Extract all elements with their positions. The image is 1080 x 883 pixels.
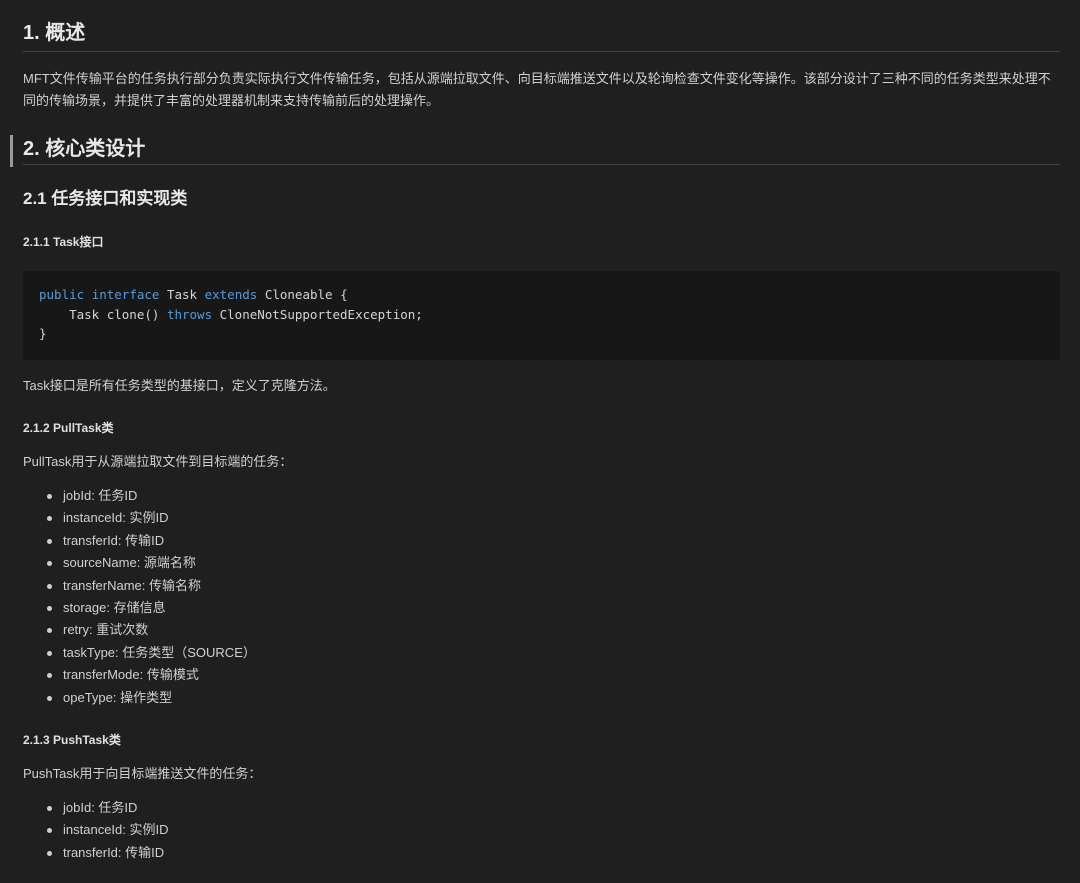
code-block-task-interface[interactable]: public interface Task extends Cloneable … — [23, 271, 1060, 360]
bullet-icon — [47, 695, 52, 701]
pull-task-description: PullTask用于从源端拉取文件到目标端的任务： — [23, 454, 293, 469]
list-item: taskType: 任务类型（SOURCE） — [47, 642, 1060, 664]
code-keyword: throws — [166, 306, 213, 322]
bullet-icon — [47, 538, 52, 544]
heading-task-interfaces: 2.1 任务接口和实现类 — [23, 189, 188, 208]
bullet-icon — [47, 828, 52, 834]
list-item: transferId: 传输ID — [47, 530, 1060, 552]
code-text: } — [39, 326, 47, 341]
list-item: instanceId: 实例ID — [47, 507, 1060, 529]
code-identifier: Task — [166, 287, 198, 302]
bullet-icon — [47, 494, 52, 499]
code-keyword: extends — [204, 287, 258, 302]
list-item: jobId: 任务ID — [47, 485, 1060, 507]
list-item-text: transferId: 传输ID — [63, 844, 165, 860]
code-text: Task clone() — [39, 306, 167, 322]
list-item: instanceId: 实例ID — [47, 819, 1060, 841]
bullet-icon — [47, 850, 52, 856]
code-keyword: interface — [91, 287, 160, 302]
list-item-text: jobId: 任务ID — [63, 488, 138, 503]
bullet-icon — [47, 806, 52, 812]
push-task-description: PushTask用于向目标端推送文件的任务： — [23, 766, 262, 782]
list-item: transferId: 传输ID — [47, 842, 1060, 864]
heading-overview: 1. 概述 — [23, 20, 1060, 52]
pull-task-field-list: jobId: 任务ID instanceId: 实例ID transferId: 传… — [23, 485, 1060, 709]
list-item: jobId: 任务ID — [47, 797, 1060, 819]
list-item-text: transferMode: 传输模式 — [63, 667, 199, 683]
bullet-icon — [47, 673, 52, 679]
heading-pull-task: 2.1.2 PullTask类 — [23, 421, 114, 435]
bullet-icon — [47, 516, 52, 522]
bullet-icon — [47, 650, 52, 656]
bullet-icon — [47, 628, 52, 634]
list-item-text: storage: 存储信息 — [63, 600, 166, 616]
task-interface-description: Task接口是所有任务类型的基接口，定义了克隆方法。 — [23, 378, 336, 393]
heading-push-task: 2.1.3 PushTask类 — [23, 733, 121, 748]
list-item: transferName: 传输名称 — [47, 575, 1060, 597]
heading-task-interface: 2.1.1 Task接口 — [23, 235, 104, 249]
bullet-icon — [47, 561, 52, 567]
bullet-icon — [47, 606, 52, 612]
bullet-icon — [47, 583, 52, 589]
list-item: retry: 重试次数 — [47, 619, 1060, 641]
list-item-text: transferId: 传输ID — [63, 532, 165, 548]
focus-indicator-bar — [10, 135, 13, 167]
code-keyword: public — [39, 287, 85, 302]
list-item-text: sourceName: 源端名称 — [63, 555, 196, 571]
list-item-text: jobId: 任务ID — [63, 800, 138, 816]
document-body: 1. 概述 MFT文件传输平台的任务执行部分负责实际执行文件传输任务，包括从源端… — [10, 0, 1060, 864]
push-task-field-list: jobId: 任务ID instanceId: 实例ID transferId: 传… — [23, 797, 1060, 864]
markdown-preview: 1. 概述 MFT文件传输平台的任务执行部分负责实际执行文件传输任务，包括从源端… — [0, 0, 1080, 883]
list-item-text: instanceId: 实例ID — [63, 822, 169, 838]
heading-core-class-design: 2. 核心类设计 — [10, 135, 1060, 167]
code-text: CloneNotSupportedException; — [212, 306, 423, 322]
list-item: transferMode: 传输模式 — [47, 664, 1060, 686]
list-item-text: instanceId: 实例ID — [63, 510, 169, 526]
list-item: sourceName: 源端名称 — [47, 552, 1060, 574]
list-item-text: opeType: 操作类型 — [63, 689, 173, 705]
list-item-text: taskType: 任务类型（SOURCE） — [63, 644, 256, 660]
code-text: Cloneable { — [264, 287, 348, 302]
list-item: storage: 存储信息 — [47, 597, 1060, 619]
heading-core-class-design-text: 2. 核心类设计 — [23, 138, 146, 160]
list-item: opeType: 操作类型 — [47, 687, 1060, 709]
list-item-text: transferName: 传输名称 — [63, 577, 201, 593]
overview-paragraph: MFT文件传输平台的任务执行部分负责实际执行文件传输任务，包括从源端拉取文件、向… — [23, 71, 1051, 108]
list-item-text: retry: 重试次数 — [63, 622, 149, 638]
